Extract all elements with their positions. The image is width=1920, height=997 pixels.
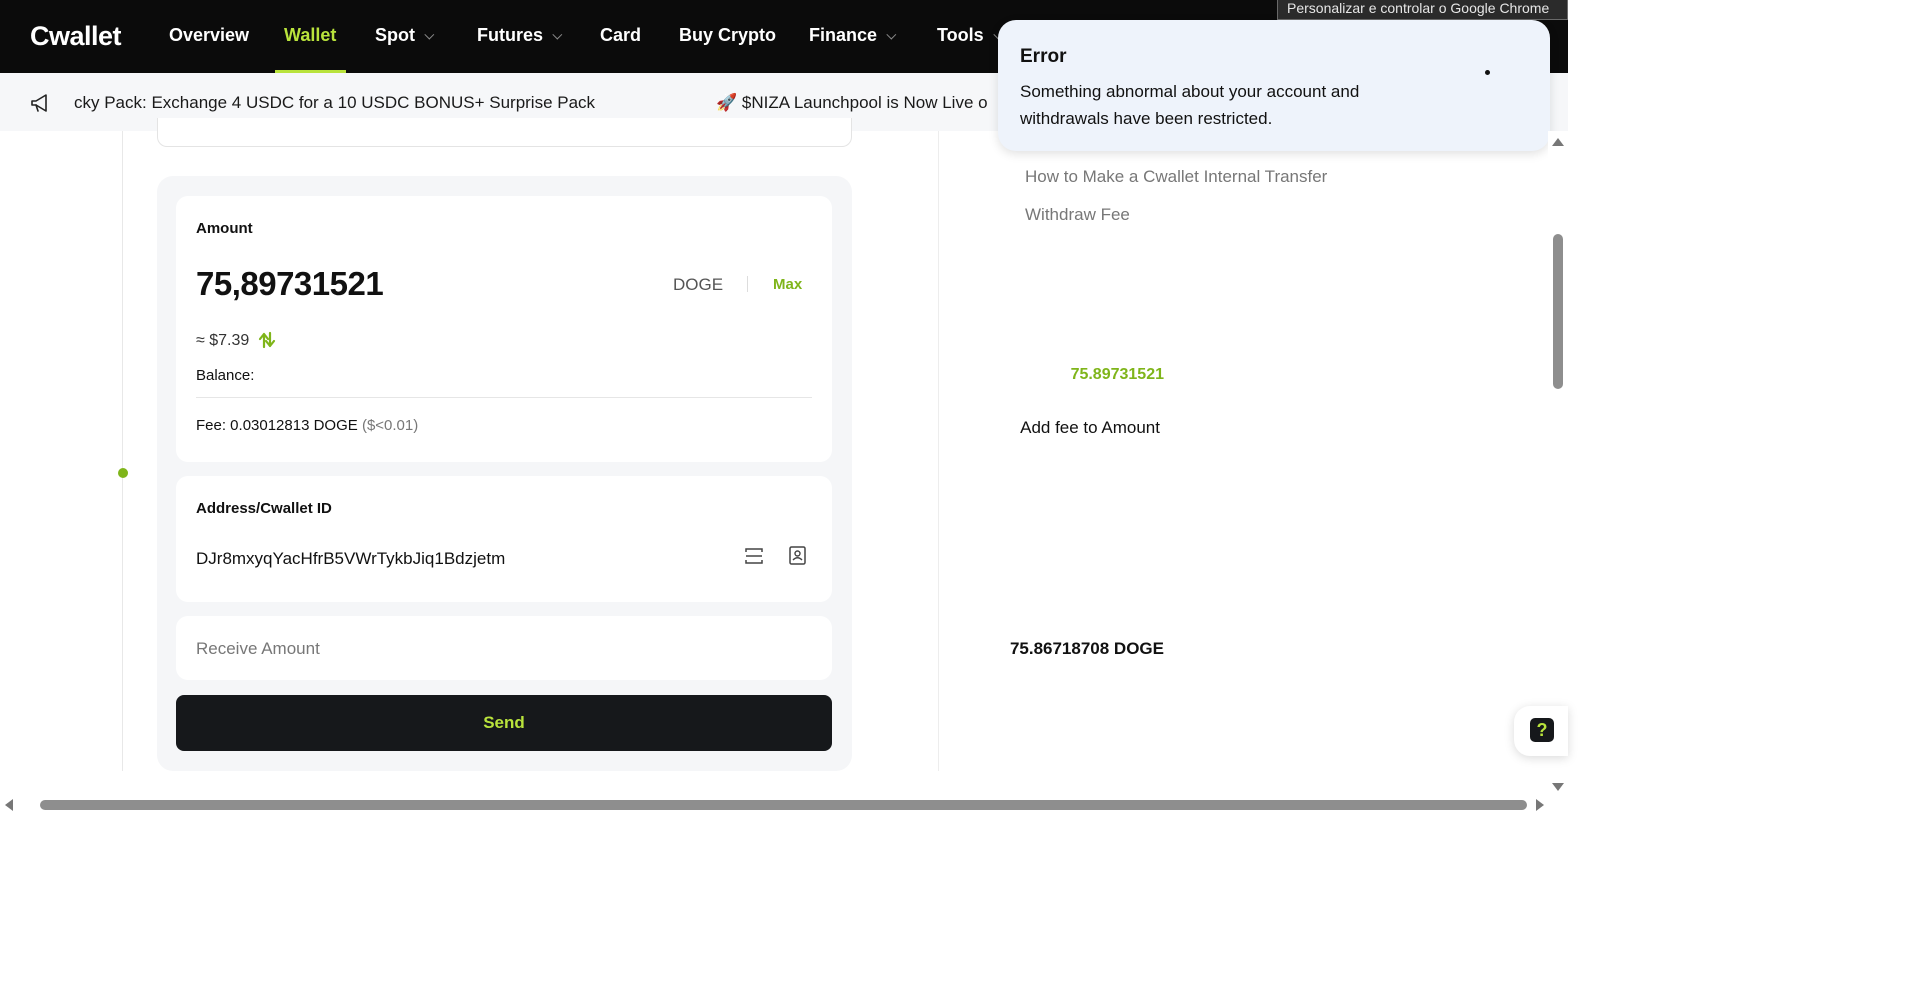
toast-title: Error: [1020, 46, 1067, 67]
scroll-down-icon[interactable]: [1552, 783, 1564, 791]
chrome-menu-tooltip: Personalizar e controlar o Google Chrome: [1277, 0, 1568, 20]
chevron-down-icon: [552, 29, 563, 40]
nav-finance[interactable]: Finance: [809, 25, 897, 46]
chevron-down-icon: [424, 29, 435, 40]
help-link-withdraw-fee[interactable]: Withdraw Fee: [1025, 205, 1130, 225]
nav-finance-label: Finance: [809, 25, 878, 45]
scroll-right-icon[interactable]: [1536, 799, 1544, 811]
chevron-down-icon: [886, 29, 897, 40]
megaphone-icon: [31, 94, 47, 112]
send-button[interactable]: Send: [176, 695, 832, 751]
nav-overview[interactable]: Overview: [169, 25, 249, 46]
column-divider: [938, 131, 939, 771]
address-label: Address/Cwallet ID: [196, 500, 332, 517]
receive-amount-label: Receive Amount: [196, 639, 320, 658]
toast-close-icon[interactable]: [1485, 70, 1490, 75]
error-toast: Error Something abnormal about your acco…: [998, 20, 1550, 151]
scroll-left-icon[interactable]: [5, 799, 13, 811]
scan-icon[interactable]: [745, 547, 763, 565]
fee-info: Fee: 0.03012813 DOGE ($<0.01): [196, 417, 418, 434]
step-indicator-dot: [118, 468, 128, 478]
nav-tools[interactable]: Tools: [937, 25, 1003, 46]
scroll-up-icon[interactable]: [1552, 138, 1564, 146]
ticker-item[interactable]: cky Pack: Exchange 4 USDC for a 10 USDC …: [74, 93, 595, 113]
toast-message: Something abnormal about your account an…: [1020, 82, 1360, 128]
help-button[interactable]: ?: [1514, 706, 1568, 756]
nav-buy-crypto[interactable]: Buy Crypto: [679, 25, 776, 46]
swap-icon[interactable]: [257, 331, 277, 349]
address-card: [176, 476, 832, 602]
max-button[interactable]: Max: [773, 276, 802, 293]
add-fee-to-amount-button[interactable]: Add fee to Amount: [1020, 418, 1160, 438]
receive-amount-value: 75.86718708 DOGE: [1009, 639, 1164, 658]
vertical-scroll-thumb[interactable]: [1553, 234, 1563, 389]
help-link-internal-transfer[interactable]: How to Make a Cwallet Internal Transfer: [1025, 167, 1327, 187]
nav-tools-label: Tools: [937, 25, 984, 45]
balance-label: Balance:: [196, 367, 255, 384]
divider: [196, 397, 812, 398]
nav-spot[interactable]: Spot: [375, 25, 435, 46]
address-book-icon[interactable]: [789, 546, 806, 565]
cwallet-logo[interactable]: Cwallet: [30, 21, 122, 52]
step-timeline: [122, 131, 123, 771]
nav-futures-label: Futures: [477, 25, 544, 45]
nav-wallet[interactable]: Wallet: [284, 25, 336, 46]
amount-label: Amount: [196, 220, 253, 237]
horizontal-scroll-thumb[interactable]: [40, 800, 1527, 810]
usd-equivalent: ≈ $7.39: [196, 332, 250, 349]
divider: [747, 276, 748, 292]
vertical-scrollbar[interactable]: [1548, 131, 1568, 798]
address-input[interactable]: DJr8mxyqYacHfrB5VWrTykbJiq1Bdzjetm: [196, 549, 505, 569]
nav-futures[interactable]: Futures: [477, 25, 563, 46]
fee-amount: Fee: 0.03012813 DOGE: [196, 417, 358, 434]
previous-step-card: [157, 118, 852, 147]
fee-usd: ($<0.01): [361, 417, 419, 434]
amount-input[interactable]: 75,89731521: [196, 265, 384, 303]
balance-value[interactable]: 75.89731521: [1071, 366, 1164, 384]
help-icon: ?: [1530, 718, 1554, 742]
currency-label: DOGE: [673, 275, 724, 294]
nav-spot-label: Spot: [375, 25, 415, 45]
ticker-item[interactable]: 🚀 $NIZA Launchpool is Now Live o: [716, 93, 988, 113]
nav-card[interactable]: Card: [600, 25, 641, 46]
